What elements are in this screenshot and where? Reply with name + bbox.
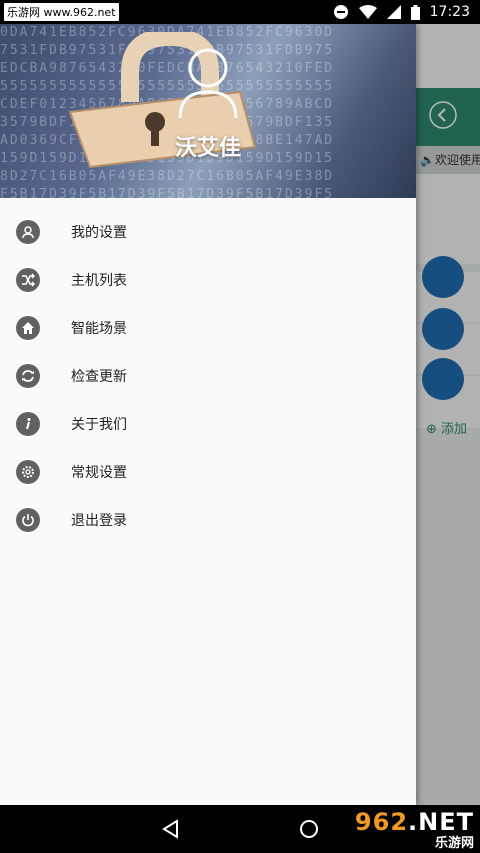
- refresh-icon: [16, 364, 40, 388]
- menu-item-my-settings[interactable]: 我的设置: [0, 208, 416, 256]
- menu-item-check-update[interactable]: 检查更新: [0, 352, 416, 400]
- watermark-text: 乐游网 www.962.net: [4, 3, 119, 21]
- menu-item-smart-scene[interactable]: 智能场景: [0, 304, 416, 352]
- drawer-header: 0DA741EB852FC9630DA741EB852FC9630D 7531F…: [0, 24, 416, 198]
- home-icon: [16, 316, 40, 340]
- gear-icon: [16, 460, 40, 484]
- person-icon: [16, 220, 40, 244]
- menu-item-about-us[interactable]: 关于我们: [0, 400, 416, 448]
- menu-label: 常规设置: [71, 465, 127, 481]
- info-icon: [16, 412, 40, 436]
- avatar-icon[interactable]: [176, 44, 240, 120]
- back-nav-icon[interactable]: [161, 819, 181, 839]
- wifi-icon: [358, 5, 377, 19]
- drawer-menu: 我的设置 主机列表 智能场景 检查更新 关于我们 常规设置 退出登录: [0, 198, 416, 544]
- scrim-overlay[interactable]: [416, 24, 480, 805]
- dnd-icon: [333, 5, 348, 19]
- watermark-logo: 962.NET 乐游网: [354, 807, 474, 851]
- battery-icon: [410, 4, 420, 20]
- system-nav-bar: 962.NET 乐游网: [0, 805, 480, 853]
- clock: 17:23: [429, 4, 470, 20]
- username: 沃艾佳: [174, 136, 241, 161]
- status-bar: 乐游网 www.962.net 17:23: [0, 0, 480, 24]
- menu-label: 我的设置: [71, 225, 127, 241]
- menu-label: 智能场景: [71, 321, 127, 337]
- menu-label: 关于我们: [71, 417, 127, 433]
- shuffle-icon: [16, 268, 40, 292]
- menu-label: 主机列表: [71, 273, 127, 289]
- menu-label: 检查更新: [71, 369, 127, 385]
- power-icon: [16, 508, 40, 532]
- navigation-drawer: 0DA741EB852FC9630DA741EB852FC9630D 7531F…: [0, 24, 416, 805]
- signal-icon: [386, 5, 401, 19]
- menu-label: 退出登录: [71, 513, 127, 529]
- menu-item-host-list[interactable]: 主机列表: [0, 256, 416, 304]
- status-icons: 17:23: [333, 4, 470, 20]
- home-nav-icon[interactable]: [299, 819, 319, 839]
- menu-item-general-settings[interactable]: 常规设置: [0, 448, 416, 496]
- menu-item-logout[interactable]: 退出登录: [0, 496, 416, 544]
